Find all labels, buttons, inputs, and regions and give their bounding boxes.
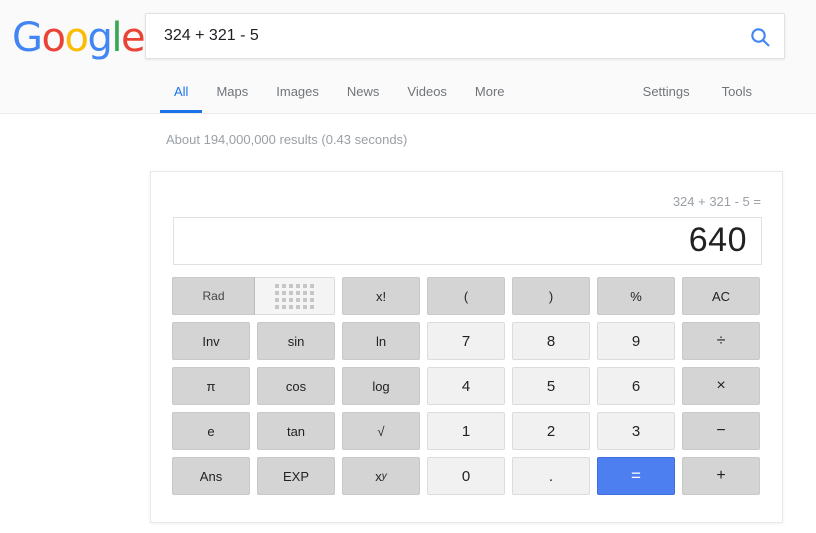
keypad-row: Ans EXP xy 0 . = +: [172, 457, 764, 495]
settings-button[interactable]: Settings: [627, 74, 706, 113]
key-5[interactable]: 5: [512, 367, 590, 405]
search-input[interactable]: [164, 14, 724, 58]
search-bar[interactable]: [145, 13, 785, 59]
key-4[interactable]: 4: [427, 367, 505, 405]
key-ln[interactable]: ln: [342, 322, 420, 360]
logo-letter-o1: o: [41, 15, 66, 61]
key-factorial[interactable]: x!: [342, 277, 420, 315]
logo-letter-l: l: [111, 15, 122, 61]
grid-icon-dots: [275, 283, 314, 309]
key-cos[interactable]: cos: [257, 367, 335, 405]
calculator-card: 324 + 321 - 5 = 640 Rad x! ( ) % AC Inv …: [150, 171, 783, 523]
key-pi[interactable]: π: [172, 367, 250, 405]
key-left-paren[interactable]: (: [427, 277, 505, 315]
power-exponent: y: [381, 470, 387, 482]
search-icon[interactable]: [748, 25, 772, 49]
key-1[interactable]: 1: [427, 412, 505, 450]
key-multiply[interactable]: ×: [682, 367, 760, 405]
calculator-result: 640: [688, 221, 747, 259]
key-ans[interactable]: Ans: [172, 457, 250, 495]
keypad-grid-icon[interactable]: [255, 277, 335, 315]
key-0[interactable]: 0: [427, 457, 505, 495]
key-minus[interactable]: −: [682, 412, 760, 450]
key-9[interactable]: 9: [597, 322, 675, 360]
key-log[interactable]: log: [342, 367, 420, 405]
key-6[interactable]: 6: [597, 367, 675, 405]
search-nav-bar: All Maps Images News Videos More Setting…: [0, 74, 816, 114]
key-decimal-point[interactable]: .: [512, 457, 590, 495]
rad-mode-button[interactable]: Rad: [172, 277, 255, 315]
key-e[interactable]: e: [172, 412, 250, 450]
tab-all[interactable]: All: [160, 74, 203, 113]
tools-button[interactable]: Tools: [706, 74, 768, 113]
calculator-display[interactable]: 640: [173, 217, 762, 265]
key-plus[interactable]: +: [682, 457, 760, 495]
page-header: Google: [0, 0, 816, 74]
google-logo[interactable]: Google: [12, 15, 146, 61]
key-2[interactable]: 2: [512, 412, 590, 450]
nav-tabs-right: Settings Tools: [627, 74, 768, 114]
key-divide[interactable]: ÷: [682, 322, 760, 360]
key-right-paren[interactable]: ): [512, 277, 590, 315]
key-square-root[interactable]: √: [342, 412, 420, 450]
tab-maps[interactable]: Maps: [202, 74, 262, 113]
key-7[interactable]: 7: [427, 322, 505, 360]
key-sin[interactable]: sin: [257, 322, 335, 360]
tab-videos[interactable]: Videos: [393, 74, 461, 113]
key-tan[interactable]: tan: [257, 412, 335, 450]
logo-letter-g1: G: [12, 15, 43, 61]
key-equals[interactable]: =: [597, 457, 675, 495]
key-percent[interactable]: %: [597, 277, 675, 315]
tab-more[interactable]: More: [461, 74, 519, 113]
key-3[interactable]: 3: [597, 412, 675, 450]
calculator-keypad: Rad x! ( ) % AC Inv sin ln 7 8 9 ÷ π cos…: [172, 277, 764, 502]
key-all-clear[interactable]: AC: [682, 277, 760, 315]
keypad-row: Inv sin ln 7 8 9 ÷: [172, 322, 764, 360]
key-inv[interactable]: Inv: [172, 322, 250, 360]
result-stats: About 194,000,000 results (0.43 seconds): [166, 132, 408, 147]
google-search-results-page: Google All Maps Images News Videos More …: [0, 0, 816, 533]
tab-news[interactable]: News: [333, 74, 394, 113]
logo-letter-e: e: [120, 15, 146, 61]
keypad-row: Rad x! ( ) % AC: [172, 277, 764, 315]
tab-images[interactable]: Images: [262, 74, 333, 113]
key-power[interactable]: xy: [342, 457, 420, 495]
logo-letter-g2: g: [87, 15, 112, 61]
calculator-expression: 324 + 321 - 5 =: [672, 194, 761, 209]
keypad-row: e tan √ 1 2 3 −: [172, 412, 764, 450]
logo-letter-o2: o: [64, 15, 88, 61]
key-8[interactable]: 8: [512, 322, 590, 360]
nav-tabs-left: All Maps Images News Videos More: [160, 74, 519, 114]
key-exp[interactable]: EXP: [257, 457, 335, 495]
keypad-row: π cos log 4 5 6 ×: [172, 367, 764, 405]
